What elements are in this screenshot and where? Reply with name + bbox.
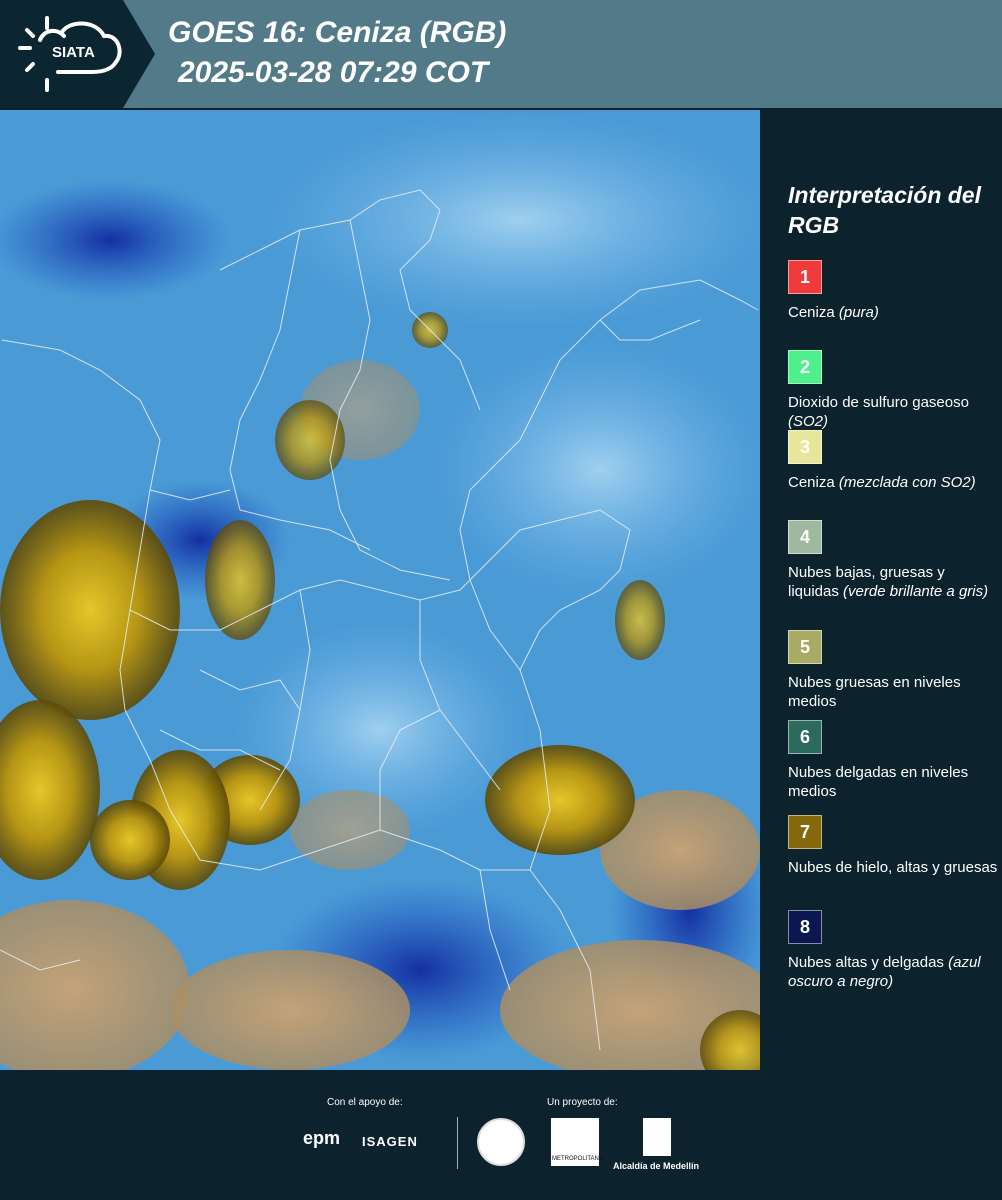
university-seal-icon bbox=[477, 1118, 525, 1166]
logo-text: SIATA bbox=[52, 44, 95, 61]
legend-label: Nubes delgadas en niveles medios bbox=[788, 763, 998, 801]
legend-item-4: 4 Nubes bajas, gruesas y liquidas (verde … bbox=[788, 520, 998, 601]
legend-panel: Interpretación del RGB 1 Ceniza (pura) 2 Di… bbox=[760, 110, 1002, 1070]
epm-logo: epm bbox=[303, 1128, 341, 1148]
legend-swatch: 7 bbox=[788, 815, 822, 849]
legend-label-text: Nubes delgadas en niveles medios bbox=[788, 764, 969, 800]
alcaldia-shield-icon bbox=[643, 1118, 671, 1156]
legend-label-text: Ceniza bbox=[788, 474, 835, 491]
legend-item-7: 7 Nubes de hielo, altas y gruesas bbox=[788, 815, 998, 877]
legend-label-text: Nubes gruesas en niveles medios bbox=[788, 674, 961, 710]
legend-label-note: (mezclada con SO2) bbox=[838, 474, 976, 491]
legend-label-note: (pura) bbox=[838, 304, 879, 321]
legend-swatch: 8 bbox=[788, 910, 822, 944]
footer-divider bbox=[457, 1117, 458, 1169]
legend-item-6: 6 Nubes delgadas en niveles medios bbox=[788, 720, 998, 801]
area-logo-text: METROPOLITANA bbox=[552, 1156, 603, 1162]
legend-label: Nubes bajas, gruesas y liquidas (verde b… bbox=[788, 563, 998, 601]
legend-item-2: 2 Dioxido de sulfuro gaseoso (SO2) bbox=[788, 350, 998, 431]
satellite-image bbox=[0, 110, 760, 1070]
legend-label-text: Nubes altas y delgadas bbox=[788, 954, 944, 971]
legend-title: Interpretación del RGB bbox=[788, 182, 981, 238]
timestamp: 2025-03-28 07:29 COT bbox=[178, 56, 489, 89]
support-label: Con el apoyo de: bbox=[327, 1097, 403, 1108]
legend-label-note: (verde brillante a gris) bbox=[843, 583, 989, 600]
legend-item-1: 1 Ceniza (pura) bbox=[788, 260, 998, 322]
legend-label-text: Dioxido de sulfuro gaseoso bbox=[788, 394, 969, 411]
legend-label: Nubes altas y delgadas (azul oscuro a ne… bbox=[788, 953, 998, 991]
legend-swatch: 6 bbox=[788, 720, 822, 754]
isagen-logo: ISAGEN bbox=[362, 1134, 418, 1149]
header-bar: SIATA GOES 16: Ceniza (RGB) 2025-03-28 0… bbox=[0, 0, 1002, 108]
page-title: GOES 16: Ceniza (RGB) bbox=[168, 16, 507, 49]
legend-label: Ceniza (mezclada con SO2) bbox=[788, 473, 998, 492]
project-label: Un proyecto de: bbox=[547, 1097, 618, 1108]
siata-logo: SIATA bbox=[0, 0, 155, 108]
legend-label: Nubes de hielo, altas y gruesas bbox=[788, 858, 998, 877]
legend-label: Nubes gruesas en niveles medios bbox=[788, 673, 998, 711]
legend-swatch: 3 bbox=[788, 430, 822, 464]
legend-swatch: 1 bbox=[788, 260, 822, 294]
legend-swatch: 5 bbox=[788, 630, 822, 664]
legend-item-5: 5 Nubes gruesas en niveles medios bbox=[788, 630, 998, 711]
footer: Con el apoyo de: Un proyecto de: epm ISA… bbox=[0, 1070, 1002, 1200]
legend-label: Ceniza (pura) bbox=[788, 303, 998, 322]
legend-label-note: (SO2) bbox=[788, 413, 829, 430]
legend-label-text: Ceniza bbox=[788, 304, 835, 321]
legend-label: Dioxido de sulfuro gaseoso (SO2) bbox=[788, 393, 998, 431]
rgb-composite-map bbox=[0, 110, 760, 1070]
legend-item-8: 8 Nubes altas y delgadas (azul oscuro a n… bbox=[788, 910, 998, 991]
legend-item-3: 3 Ceniza (mezclada con SO2) bbox=[788, 430, 998, 492]
legend-label-text: Nubes de hielo, altas y gruesas bbox=[788, 859, 998, 876]
legend-swatch: 4 bbox=[788, 520, 822, 554]
alcaldia-label: Alcaldía de Medellín bbox=[613, 1161, 700, 1171]
legend-swatch: 2 bbox=[788, 350, 822, 384]
